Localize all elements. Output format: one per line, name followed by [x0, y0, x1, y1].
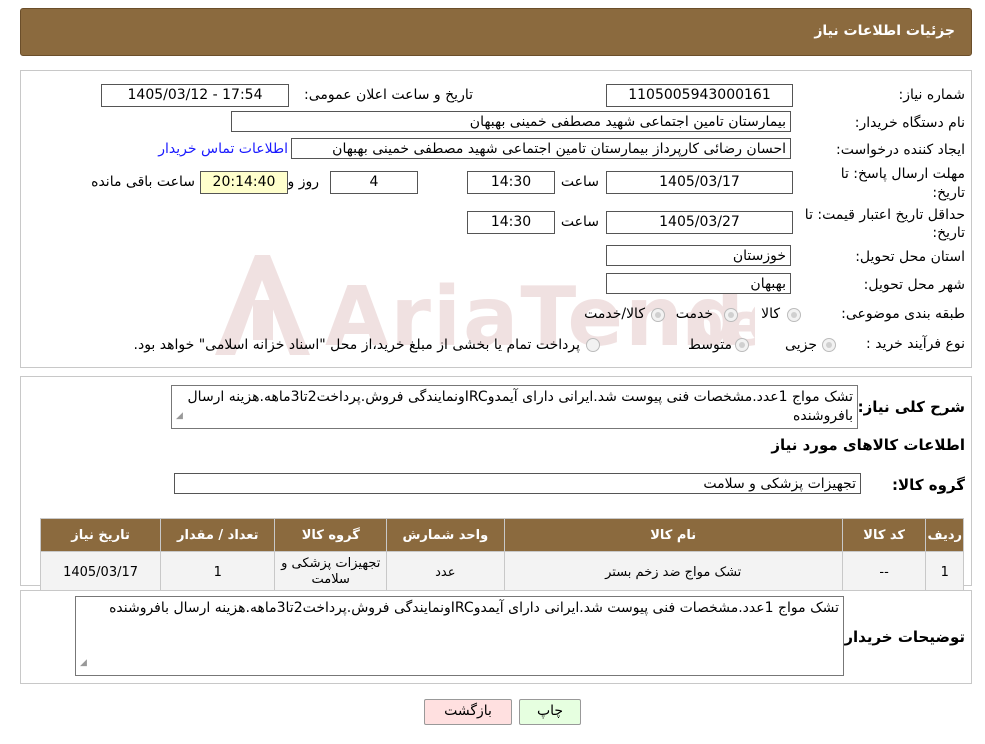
- process-note: پرداخت تمام یا بخشی از مبلغ خرید،از محل …: [133, 337, 580, 353]
- cell-name: تشک مواج ضد زخم بستر: [503, 551, 843, 593]
- goods-group-field[interactable]: تجهیزات پزشکی و سلامت: [174, 473, 861, 494]
- category-option-goods: کالا: [761, 306, 780, 322]
- description-label: شرح کلی نیاز:: [857, 398, 965, 416]
- province-label: استان محل تحویل:: [855, 249, 965, 265]
- goods-section-title: اطلاعات کالاهای مورد نیاز: [771, 436, 965, 454]
- buyer-org-label: نام دستگاه خریدار:: [854, 115, 965, 131]
- validity-date-field[interactable]: 1405/03/27: [606, 211, 793, 234]
- announce-date-label: تاریخ و ساعت اعلان عمومی:: [304, 87, 473, 103]
- deadline-label-date: تاریخ:: [932, 185, 965, 201]
- category-label: طبقه بندی موضوعی:: [841, 306, 965, 322]
- resize-grip-icon[interactable]: ◢: [80, 654, 87, 673]
- process-label: نوع فرآیند خرید :: [866, 336, 965, 352]
- category-radio-goods[interactable]: [787, 308, 801, 322]
- cell-unit: عدد: [386, 551, 505, 593]
- buyer-org-field[interactable]: بیمارستان تامین اجتماعی شهید مصطفی خمینی…: [231, 111, 791, 132]
- col-group: گروه کالا: [274, 518, 388, 552]
- cell-quantity: 1: [160, 551, 276, 593]
- description-text: تشک مواج 1عدد.مشخصات فنی پیوست شد.ایرانی…: [187, 389, 854, 424]
- buyer-contact-link[interactable]: اطلاعات تماس خریدار: [158, 141, 288, 157]
- category-radio-goods-service[interactable]: [651, 308, 665, 322]
- validity-label: حداقل تاریخ اعتبار قیمت: تا: [804, 207, 965, 223]
- cell-code: --: [841, 551, 927, 593]
- goods-group-label: گروه کالا:: [892, 476, 965, 494]
- goods-table-header: ردیف کد کالا نام کالا واحد شمارش گروه کا…: [39, 518, 964, 552]
- category-option-service: خدمت: [675, 306, 713, 322]
- validity-time-field[interactable]: 14:30: [467, 211, 555, 234]
- announce-date-field[interactable]: 1405/03/12 - 17:54: [101, 84, 289, 107]
- time-remaining-field[interactable]: 20:14:40: [200, 171, 288, 194]
- resize-grip-icon[interactable]: ◢: [176, 407, 183, 426]
- validity-label-date: تاریخ:: [932, 225, 965, 241]
- deadline-time-field[interactable]: 14:30: [467, 171, 555, 194]
- cell-group: تجهیزات پزشکی و سلامت: [274, 551, 388, 593]
- cell-row: 1: [925, 551, 964, 593]
- days-remaining-field[interactable]: 4: [330, 171, 418, 194]
- process-radio-minor[interactable]: [822, 338, 836, 352]
- creator-field[interactable]: احسان رضائی کارپرداز بیمارستان تامین اجت…: [291, 138, 791, 159]
- process-option-medium: متوسط: [688, 337, 732, 353]
- page-title: جزئیات اطلاعات نیاز: [814, 23, 955, 39]
- table-row[interactable]: 1 -- تشک مواج ضد زخم بستر عدد تجهیزات پز…: [39, 551, 964, 593]
- deadline-date-field[interactable]: 1405/03/17: [606, 171, 793, 194]
- buyer-notes-label: توضیحات خریدار:: [838, 628, 965, 646]
- description-textarea[interactable]: تشک مواج 1عدد.مشخصات فنی پیوست شد.ایرانی…: [171, 385, 858, 429]
- need-number-label: شماره نیاز:: [898, 87, 966, 103]
- print-button[interactable]: چاپ: [519, 699, 581, 725]
- page-header: جزئیات اطلاعات نیاز: [20, 8, 972, 56]
- creator-label: ایجاد کننده درخواست:: [836, 142, 965, 158]
- goods-table: ردیف کد کالا نام کالا واحد شمارش گروه کا…: [39, 518, 964, 593]
- province-field[interactable]: خوزستان: [606, 245, 791, 266]
- back-button[interactable]: بازگشت: [424, 699, 512, 725]
- cell-need-date: 1405/03/17: [39, 551, 162, 593]
- process-radio-treasury[interactable]: [586, 338, 600, 352]
- validity-time-label: ساعت: [560, 214, 599, 230]
- col-name: نام کالا: [503, 518, 843, 552]
- col-quantity: تعداد / مقدار: [160, 518, 276, 552]
- buyer-notes-text: تشک مواج 1عدد.مشخصات فنی پیوست شد.ایرانی…: [109, 600, 839, 616]
- city-label: شهر محل تحویل:: [863, 277, 965, 293]
- col-need-date: تاریخ نیاز: [39, 518, 162, 552]
- deadline-label: مهلت ارسال پاسخ: تا: [840, 166, 965, 182]
- category-radio-service[interactable]: [724, 308, 738, 322]
- city-field[interactable]: بهبهان: [606, 273, 791, 294]
- deadline-time-label: ساعت: [560, 174, 599, 190]
- category-option-goods-service: کالا/خدمت: [584, 306, 645, 322]
- days-label: روز و: [287, 174, 320, 190]
- process-option-minor: جزیی: [785, 337, 817, 353]
- time-remaining-label: ساعت باقی مانده: [91, 174, 195, 190]
- col-code: کد کالا: [841, 518, 927, 552]
- process-radio-medium[interactable]: [735, 338, 749, 352]
- need-number-field[interactable]: 1105005943000161: [606, 84, 793, 107]
- col-unit: واحد شمارش: [386, 518, 505, 552]
- col-row: ردیف: [925, 518, 964, 552]
- buyer-notes-textarea[interactable]: تشک مواج 1عدد.مشخصات فنی پیوست شد.ایرانی…: [75, 596, 844, 676]
